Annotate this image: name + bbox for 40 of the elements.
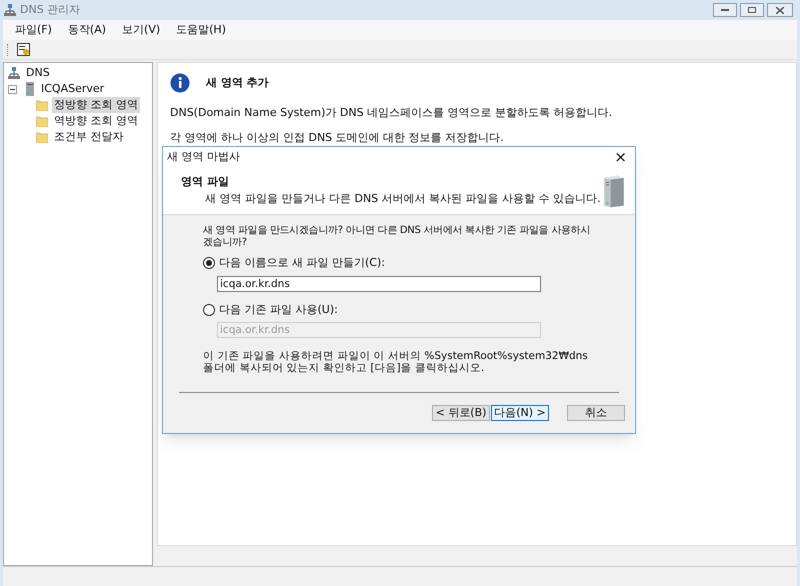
menu-item[interactable]: 동작(A) bbox=[68, 22, 106, 38]
window-title: DNS 관리자 bbox=[20, 2, 80, 18]
menu-item[interactable]: 보기(V) bbox=[122, 22, 160, 38]
menu-item[interactable]: 파일(F) bbox=[15, 22, 52, 38]
next-button[interactable]: 다음(N) > bbox=[491, 405, 549, 421]
tree-item[interactable]: ICQAServer bbox=[39, 80, 106, 98]
info-text: 각 영역에 하나 이상의 인접 DNS 도메인에 대한 정보를 저장합니다. bbox=[170, 130, 505, 146]
tree-item[interactable]: 조건부 전달자 bbox=[52, 128, 126, 146]
info-icon bbox=[170, 73, 190, 93]
info-title: 새 영역 추가 bbox=[206, 74, 269, 91]
collapse-toggle[interactable] bbox=[8, 84, 17, 94]
tree-item[interactable]: DNS bbox=[24, 64, 52, 82]
radio-label[interactable]: 다음 기존 파일 사용(U): bbox=[219, 302, 338, 318]
close-button[interactable] bbox=[767, 3, 793, 17]
back-button[interactable]: < 뒤로(B) bbox=[432, 405, 490, 421]
minimize-button[interactable] bbox=[713, 3, 737, 17]
server-icon bbox=[25, 82, 35, 96]
network-icon bbox=[8, 67, 20, 79]
tree-item[interactable]: 역방향 조회 영역 bbox=[52, 112, 140, 130]
close-button[interactable]: × bbox=[614, 150, 627, 164]
menu-item[interactable]: 도움말(H) bbox=[176, 22, 226, 38]
radio-button[interactable] bbox=[203, 257, 215, 270]
header-subtitle: 새 영역 파일을 만들거나 다른 DNS 서버에서 복사된 파일을 사용할 수 있습니다. bbox=[204, 190, 601, 206]
network-icon bbox=[4, 4, 16, 16]
radio-label[interactable]: 다음 이름으로 새 파일 만들기(C): bbox=[219, 255, 385, 272]
folder-icon bbox=[36, 100, 48, 110]
folder-icon bbox=[36, 132, 48, 142]
header-title: 영역 파일 bbox=[181, 174, 230, 190]
close-icon bbox=[776, 6, 784, 14]
radio-button[interactable] bbox=[203, 304, 215, 316]
note-text: 이 기존 파일을 사용하려면 파일이 이 서버의 %SystemRoot%system32₩dns 폴더에 복사되어 있는지 확인하고 [다음]을 클릭하십시오. bbox=[203, 350, 589, 374]
tree-item[interactable]: 정방향 조회 영역 bbox=[52, 96, 140, 114]
maximize-button[interactable] bbox=[740, 3, 764, 17]
folder-icon bbox=[36, 116, 48, 126]
dialog-title: 새 영역 마법사 bbox=[167, 148, 240, 165]
cancel-button[interactable]: 취소 bbox=[567, 405, 625, 421]
properties-icon[interactable] bbox=[17, 43, 30, 56]
question-text: 새 영역 파일을 만드시겠습니까? 아니면 다른 DNS 서버에서 복사한 기존 파일을 사용하시겠습니까? bbox=[203, 225, 592, 249]
info-text: DNS(Domain Name System)가 DNS 네임스페이스를 영역으로 분할하도록 허용합니다. bbox=[170, 105, 614, 121]
input-field[interactable]: icqa.or.kr.dns bbox=[217, 276, 541, 292]
